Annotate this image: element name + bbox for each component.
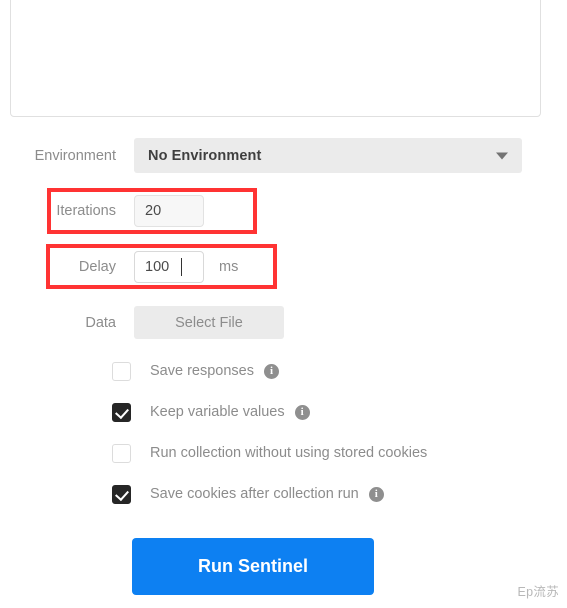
watermark: Ep流苏: [517, 585, 559, 599]
delay-input-wrapper: ms: [134, 251, 238, 283]
option-label: Save responses: [150, 363, 254, 379]
delay-unit-label: ms: [219, 259, 239, 275]
environment-row: Environment No Environment: [0, 138, 522, 173]
checkbox-save-responses[interactable]: [112, 361, 131, 381]
option-save-cookies-after-run[interactable]: Save cookies after collection run i: [112, 484, 384, 504]
option-save-responses[interactable]: Save responses i: [112, 361, 279, 381]
option-label: Save cookies after collection run: [150, 486, 359, 502]
environment-select[interactable]: No Environment: [134, 138, 522, 173]
delay-label: Delay: [78, 259, 116, 275]
iterations-input[interactable]: [134, 195, 204, 227]
checkbox-save-cookies-after-run[interactable]: [112, 484, 131, 504]
iterations-label: Iterations: [56, 203, 116, 219]
run-collection-button[interactable]: Run Sentinel: [132, 538, 374, 595]
option-label: Run collection without using stored cook…: [150, 445, 428, 461]
text-cursor: [181, 258, 182, 276]
checkbox-run-without-stored-cookies[interactable]: [112, 443, 131, 463]
chevron-down-icon: [496, 152, 508, 159]
info-icon[interactable]: i: [263, 363, 279, 379]
option-keep-variable-values[interactable]: Keep variable values i: [112, 402, 310, 422]
environment-selected-value: No Environment: [148, 147, 262, 164]
select-file-button[interactable]: Select File: [134, 306, 284, 339]
iterations-row: Iterations: [0, 195, 204, 227]
checkbox-keep-variable-values[interactable]: [112, 402, 131, 422]
delay-input[interactable]: [134, 251, 204, 283]
data-label: Data: [85, 314, 116, 331]
data-row: Data Select File: [0, 306, 284, 339]
info-icon[interactable]: i: [368, 486, 384, 502]
option-label: Keep variable values: [150, 404, 285, 420]
request-list-container: [10, 0, 541, 117]
option-run-without-stored-cookies[interactable]: Run collection without using stored cook…: [112, 443, 427, 463]
delay-row: Delay ms: [0, 251, 238, 283]
collection-runner-panel: Environment No Environment Iterations De…: [0, 0, 567, 608]
environment-label: Environment: [34, 147, 116, 164]
info-icon[interactable]: i: [294, 404, 310, 420]
